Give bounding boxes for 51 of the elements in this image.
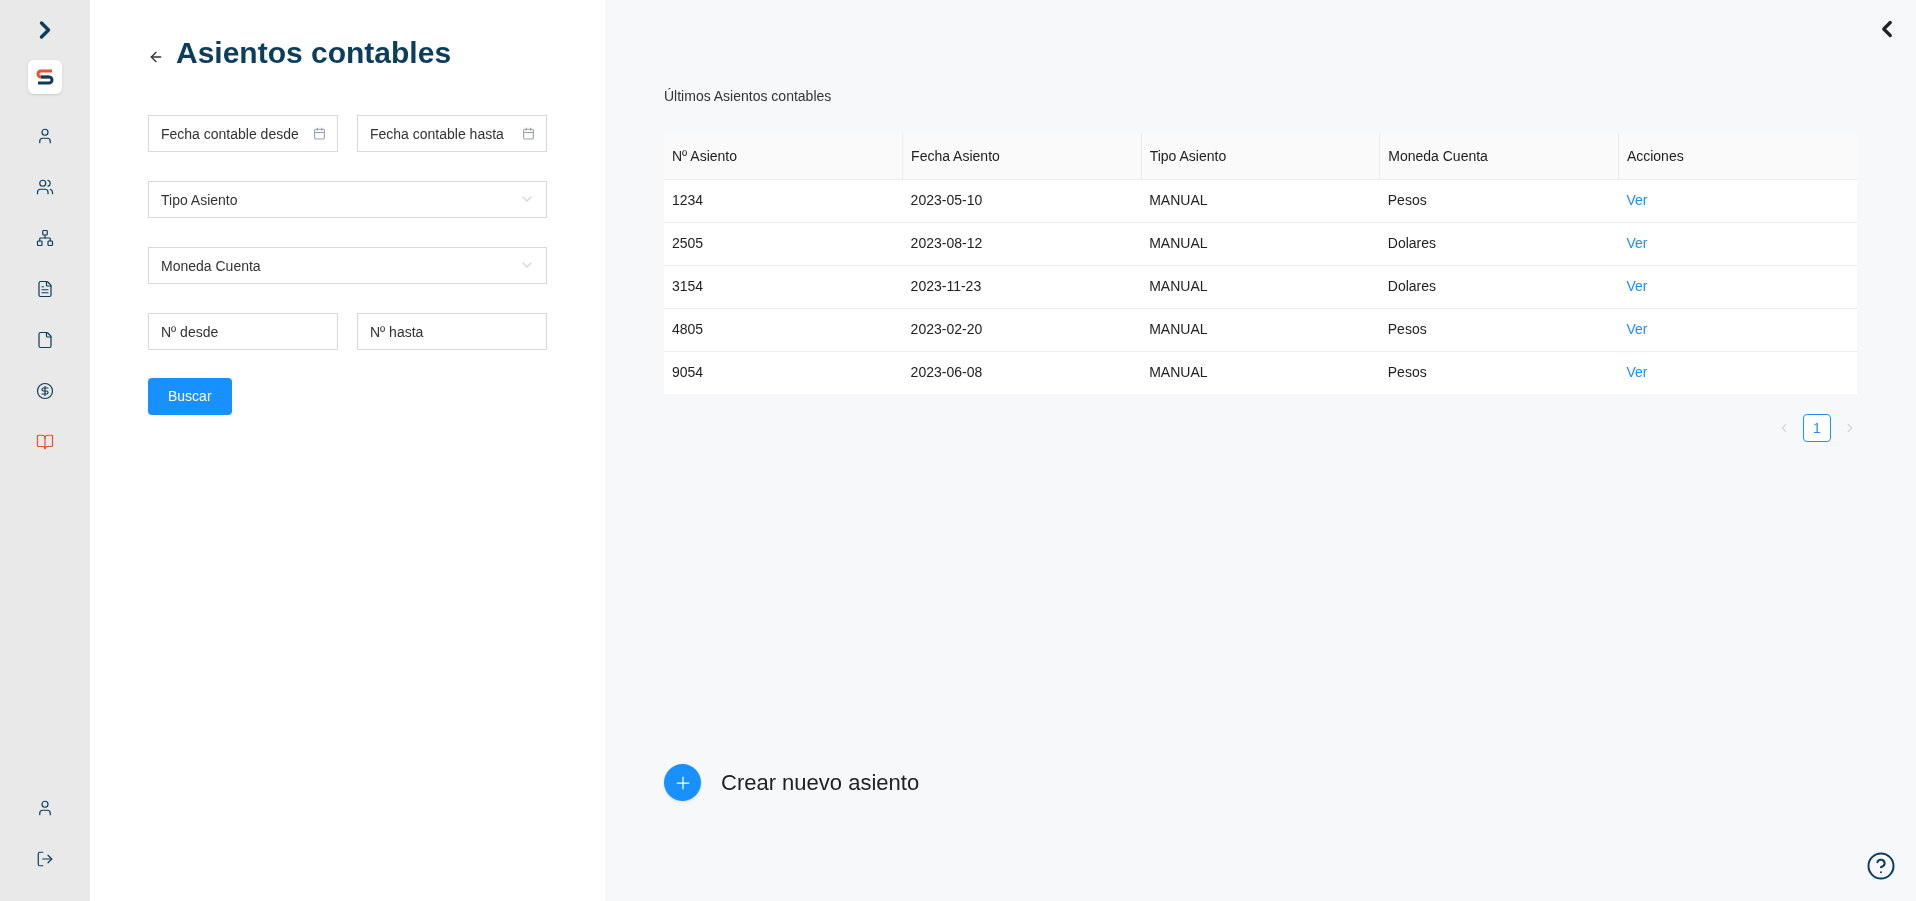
add-button[interactable] <box>664 764 701 801</box>
table-cell: 2505 <box>664 222 903 265</box>
help-icon[interactable] <box>1866 851 1896 881</box>
document-icon <box>36 280 54 298</box>
table-cell: 2023-02-20 <box>902 308 1142 351</box>
view-link[interactable]: Ver <box>1626 192 1648 208</box>
table-cell: MANUAL <box>1141 222 1380 265</box>
table-cell: 2023-11-23 <box>902 265 1142 308</box>
date-field[interactable]: Fecha contable hasta <box>357 115 547 152</box>
column-header: Nº Asiento <box>664 134 903 179</box>
document-icon <box>36 331 54 349</box>
table-cell: MANUAL <box>1141 179 1380 222</box>
view-link[interactable]: Ver <box>1626 321 1648 337</box>
hierarchy-icon <box>36 229 54 247</box>
page-title: Asientos contables <box>176 35 452 71</box>
app-logo <box>28 60 62 94</box>
view-link[interactable]: Ver <box>1626 235 1648 251</box>
table-cell: 4805 <box>664 308 903 351</box>
open-book-icon <box>36 433 54 451</box>
users-icon <box>36 178 54 196</box>
table-cell: 9054 <box>664 351 903 394</box>
search-button[interactable]: Buscar <box>148 378 232 415</box>
input-field[interactable]: Nº desde <box>148 313 338 350</box>
date-field[interactable]: Fecha contable desde <box>148 115 338 152</box>
table-cell: Pesos <box>1379 308 1619 351</box>
table-cell: 2023-08-12 <box>902 222 1142 265</box>
create-label[interactable]: Crear nuevo asiento <box>721 766 920 799</box>
dollar-icon <box>36 382 54 400</box>
table-cell: 2023-05-10 <box>902 179 1142 222</box>
logout-icon <box>36 850 54 868</box>
calendar-icon <box>313 127 326 140</box>
user-icon <box>36 799 54 817</box>
table-cell: 1234 <box>664 179 903 222</box>
table-cell: MANUAL <box>1141 351 1380 394</box>
table-cell: 3154 <box>664 265 903 308</box>
user-icon <box>36 127 54 145</box>
input-field[interactable]: Nº hasta <box>357 313 547 350</box>
view-link[interactable]: Ver <box>1626 364 1648 381</box>
table-cell: 2023-06-08 <box>902 351 1142 394</box>
table-cell: Dolares <box>1379 265 1619 308</box>
table-cell: Pesos <box>1379 351 1619 394</box>
select-field[interactable]: Moneda Cuenta <box>148 247 547 284</box>
view-link[interactable]: Ver <box>1626 278 1648 294</box>
table-cell: Pesos <box>1379 179 1619 222</box>
table-cell: Dolares <box>1379 222 1619 265</box>
table-title: Últimos Asientos contables <box>664 87 833 106</box>
table-cell: MANUAL <box>1141 308 1380 351</box>
select-field[interactable]: Tipo Asiento <box>148 181 547 218</box>
calendar-icon <box>522 127 535 140</box>
page-button[interactable]: 1 <box>1803 414 1831 442</box>
table-cell: MANUAL <box>1141 265 1380 308</box>
